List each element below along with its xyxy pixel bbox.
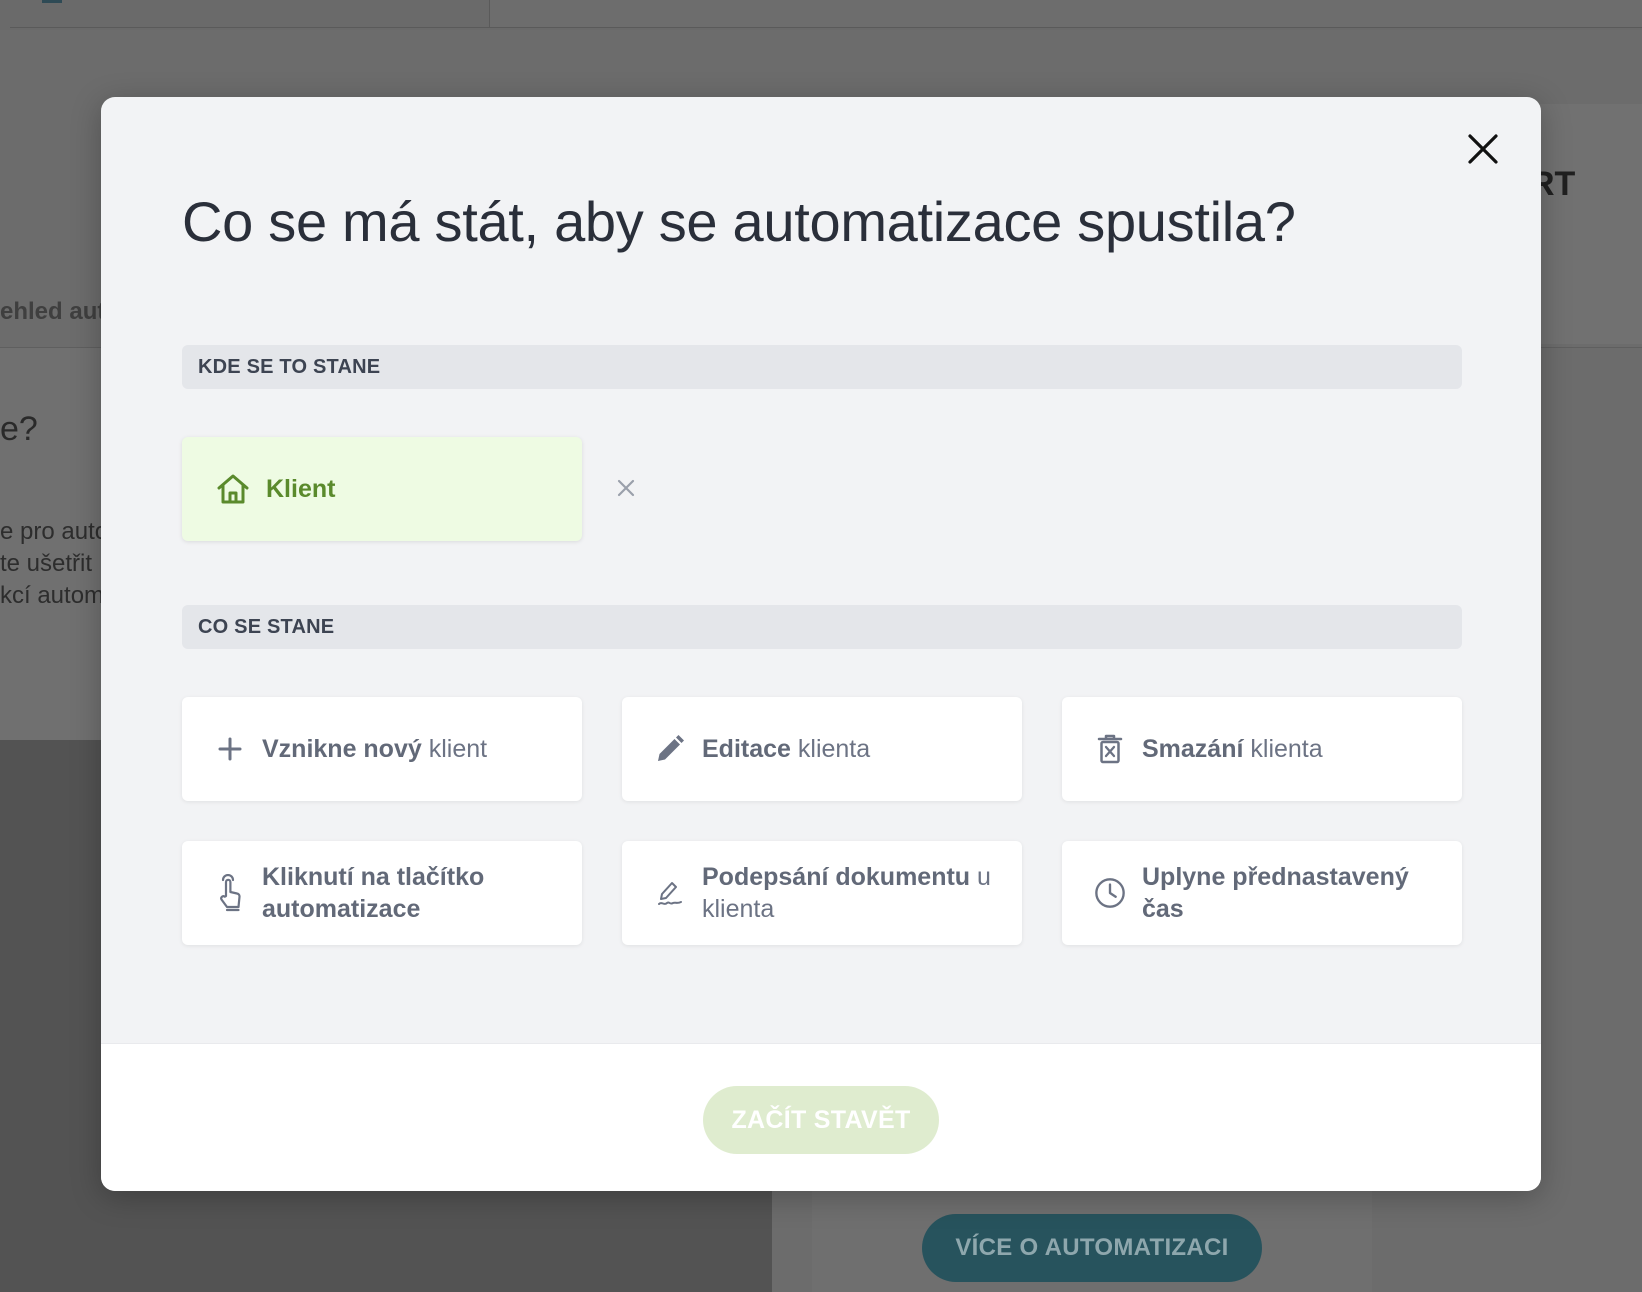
option-label: Vznikne nový klient <box>262 735 488 763</box>
pencil-icon <box>654 733 686 765</box>
signature-icon <box>654 877 686 909</box>
option-label: Kliknutí na tlačítko automatizace <box>262 863 485 923</box>
home-icon <box>216 473 250 505</box>
modal-title: Co se má stát, aby se automatizace spust… <box>182 190 1296 253</box>
option-edit-client[interactable]: Editace klienta <box>622 697 1022 801</box>
option-label: Smazání klienta <box>1142 735 1323 763</box>
option-new-client[interactable]: Vznikne nový klient <box>182 697 582 801</box>
background-paragraph-line: te ušetřit <box>0 550 93 577</box>
more-about-automation-button: VÍCE O AUTOMATIZACI <box>922 1214 1262 1282</box>
background-tab-marker <box>42 0 62 3</box>
close-button[interactable] <box>1463 129 1503 169</box>
selected-entity-label: Klient <box>266 474 336 503</box>
option-document-signed[interactable]: Podepsání dokumentu u klienta <box>622 841 1022 945</box>
background-paragraph-line: e pro auto <box>0 518 109 545</box>
modal-footer: ZAČÍT STAVĚT <box>101 1043 1541 1191</box>
option-label: Podepsání dokumentu u klienta <box>702 863 991 923</box>
option-label: Editace klienta <box>702 735 871 763</box>
background-topbar <box>0 0 1642 30</box>
background-nav-text: ehled aut <box>0 298 106 325</box>
option-delete-client[interactable]: Smazání klienta <box>1062 697 1462 801</box>
background-tab <box>490 0 1642 28</box>
option-button-click[interactable]: Kliknutí na tlačítko automatizace <box>182 841 582 945</box>
section-header-what: CO SE STANE <box>182 605 1462 649</box>
section-header-where: KDE SE TO STANE <box>182 345 1462 389</box>
start-building-button[interactable]: ZAČÍT STAVĚT <box>703 1086 939 1154</box>
remove-entity-button[interactable] <box>613 475 639 501</box>
background-heading: e? <box>0 410 38 448</box>
selected-entity-card[interactable]: Klient <box>182 437 582 541</box>
trash-icon <box>1094 733 1126 765</box>
clock-icon <box>1094 877 1126 909</box>
option-label: Uplyne přednastavený čas <box>1142 863 1409 923</box>
trigger-modal: Co se má stát, aby se automatizace spust… <box>101 97 1541 1191</box>
pointer-hand-icon <box>214 874 246 912</box>
plus-icon <box>214 733 246 765</box>
background-tab <box>10 0 490 28</box>
option-time-elapsed[interactable]: Uplyne přednastavený čas <box>1062 841 1462 945</box>
background-paragraph: e pro auto te ušetřit kcí autom <box>0 516 108 612</box>
close-icon <box>617 479 635 497</box>
background-paragraph-line: kcí autom <box>0 582 105 609</box>
close-icon <box>1468 134 1498 164</box>
